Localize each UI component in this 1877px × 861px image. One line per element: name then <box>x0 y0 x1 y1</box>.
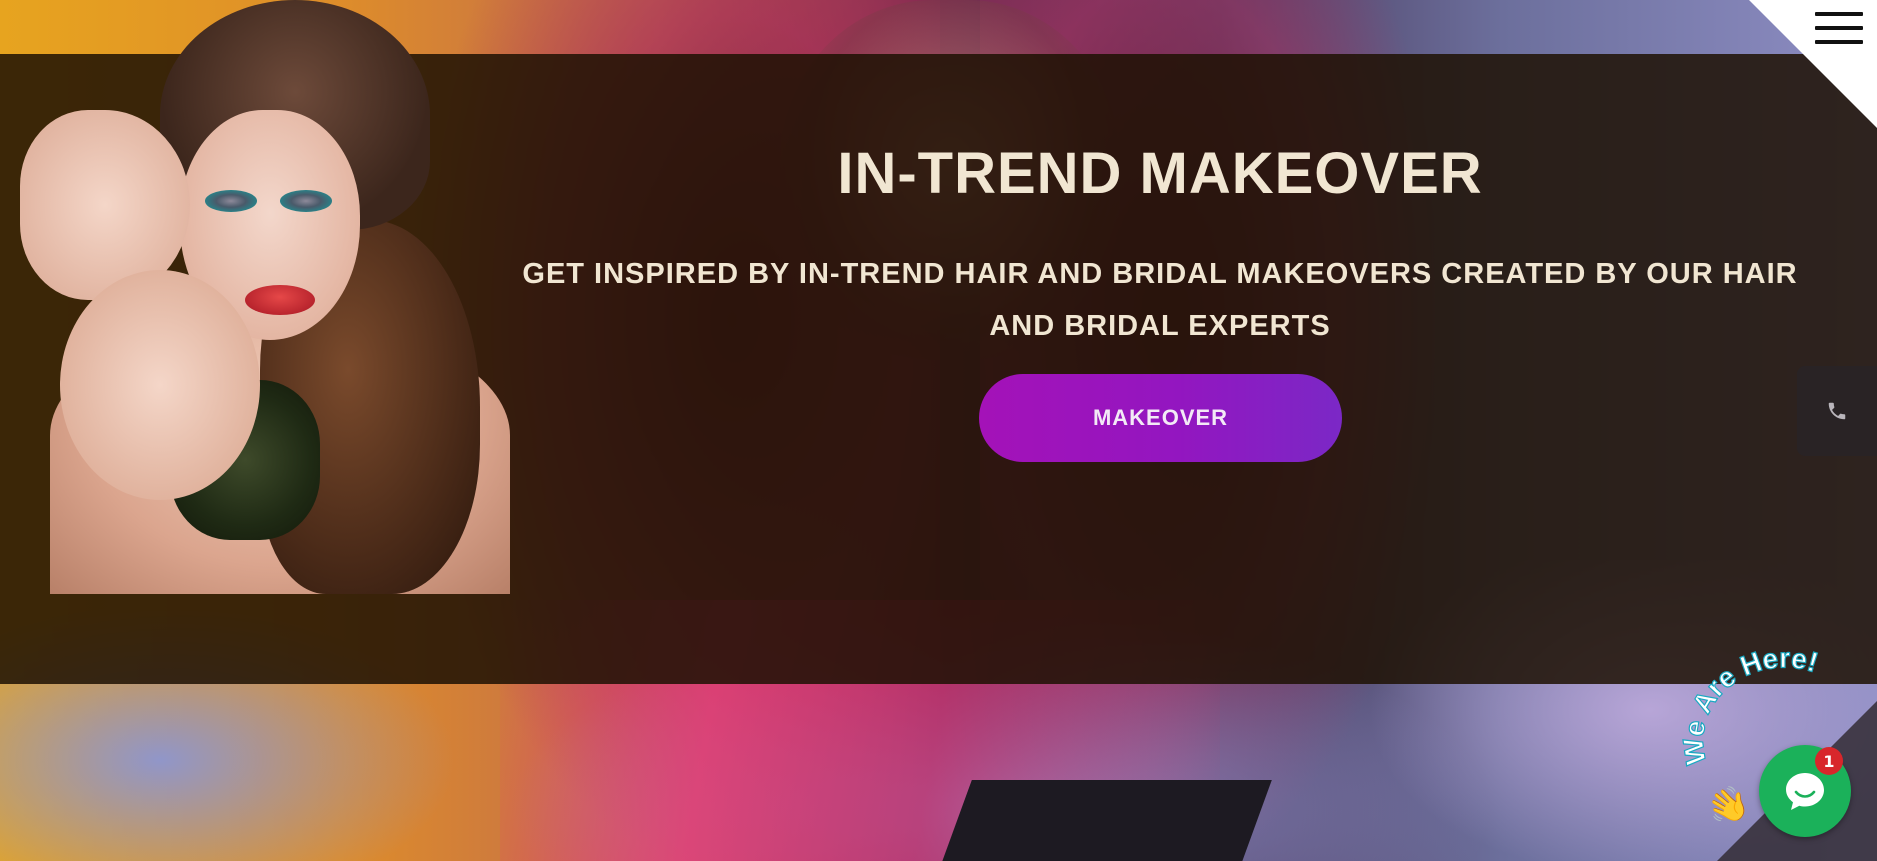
model-eye-right <box>280 190 332 212</box>
hero-subtitle: GET INSPIRED BY IN-TREND HAIR AND BRIDAL… <box>522 258 1798 342</box>
hero-title: IN-TREND MAKEOVER <box>837 141 1483 206</box>
model-hand-lower <box>60 270 260 500</box>
model-lips <box>245 285 315 315</box>
phone-call-tab[interactable] <box>1797 366 1877 456</box>
chat-button[interactable]: 1 <box>1759 745 1851 837</box>
background-photo-jacket <box>928 780 1272 861</box>
model-photo <box>20 0 514 594</box>
hero-section: IN-TREND MAKEOVER GET INSPIRED BY IN-TRE… <box>0 0 1877 861</box>
phone-icon <box>1828 402 1846 420</box>
makeover-button[interactable]: MAKEOVER <box>979 374 1342 462</box>
chat-notification-badge: 1 <box>1815 747 1843 775</box>
model-eye-left <box>205 190 257 212</box>
hamburger-menu-icon[interactable] <box>1815 8 1863 48</box>
